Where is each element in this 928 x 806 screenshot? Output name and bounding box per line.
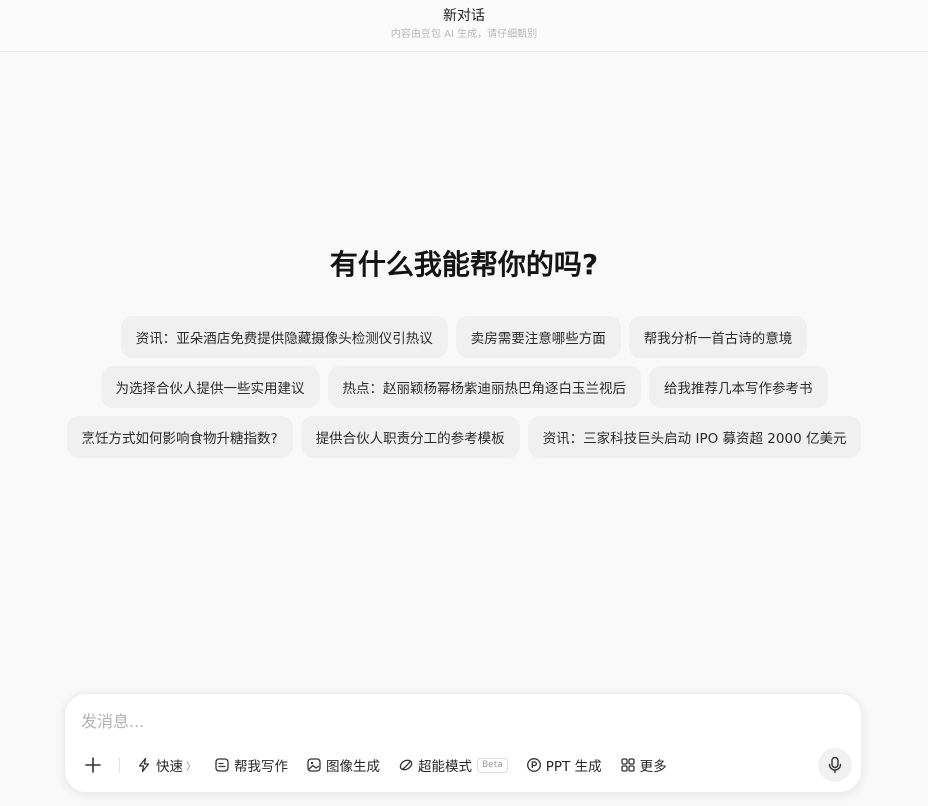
conversation-title: 新对话 bbox=[443, 8, 485, 24]
greeting-heading: 有什么我能帮你的吗? bbox=[329, 248, 599, 281]
message-input[interactable] bbox=[81, 708, 781, 734]
sparkle-ring-icon bbox=[399, 759, 413, 771]
suggestion-chip[interactable]: 卖房需要注意哪些方面 bbox=[455, 316, 621, 358]
writing-assistant-label: 帮我写作 bbox=[234, 759, 288, 775]
suggestion-chip[interactable]: 提供合伙人职责分工的参考模板 bbox=[300, 416, 520, 458]
grid-icon bbox=[620, 758, 635, 772]
quick-mode-label: 快速 bbox=[156, 759, 183, 775]
suggestion-row: 为选择合伙人提供一些实用建议 热点：赵丽颖杨幂杨紫迪丽热巴角逐白玉兰视后 给我推… bbox=[0, 366, 928, 408]
document-icon bbox=[215, 758, 229, 772]
image-generation-label: 图像生成 bbox=[326, 759, 380, 775]
suggestion-chip[interactable]: 帮我分析一首古诗的意境 bbox=[628, 316, 808, 358]
ppt-generation-button[interactable]: PPT 生成 bbox=[520, 751, 608, 779]
super-mode-button[interactable]: 超能模式 Beta bbox=[392, 751, 514, 779]
suggestion-row: 烹饪方式如何影响食物升糖指数? 提供合伙人职责分工的参考模板 资讯：三家科技巨头… bbox=[0, 416, 928, 458]
suggestion-chip[interactable]: 给我推荐几本写作参考书 bbox=[649, 366, 828, 408]
message-composer: 快速 〉 帮我写作 图像生成 bbox=[64, 693, 862, 793]
more-tools-label: 更多 bbox=[639, 759, 667, 775]
image-icon bbox=[307, 758, 321, 772]
toolbar-divider bbox=[119, 757, 120, 773]
ai-disclaimer: 内容由豆包 AI 生成，请仔细甄别 bbox=[390, 29, 538, 40]
ppt-generation-label: PPT 生成 bbox=[545, 759, 602, 775]
writing-assistant-button[interactable]: 帮我写作 bbox=[208, 751, 294, 779]
image-generation-button[interactable]: 图像生成 bbox=[300, 751, 386, 779]
voice-input-button[interactable] bbox=[818, 748, 852, 782]
beta-badge: Beta bbox=[477, 757, 508, 773]
composer-toolbar: 快速 〉 帮我写作 图像生成 超能模式 Beta PPT 生成 更多 bbox=[79, 750, 679, 780]
microphone-icon bbox=[828, 756, 842, 774]
super-mode-label: 超能模式 bbox=[418, 759, 472, 775]
suggestion-chip[interactable]: 资讯：三家科技巨头启动 IPO 募资超 2000 亿美元 bbox=[527, 416, 862, 458]
suggestion-chip[interactable]: 热点：赵丽颖杨幂杨紫迪丽热巴角逐白玉兰视后 bbox=[327, 366, 641, 408]
header: 新对话 内容由豆包 AI 生成，请仔细甄别 bbox=[0, 0, 928, 52]
ppt-icon bbox=[526, 758, 541, 772]
suggestion-chip[interactable]: 资讯：亚朵酒店免费提供隐藏摄像头检测仪引热议 bbox=[120, 316, 448, 358]
lightning-icon bbox=[138, 757, 150, 773]
suggestion-chip[interactable]: 为选择合伙人提供一些实用建议 bbox=[100, 366, 320, 408]
suggestion-chip[interactable]: 烹饪方式如何影响食物升糖指数? bbox=[66, 416, 293, 458]
more-tools-button[interactable]: 更多 bbox=[614, 751, 673, 779]
chevron-right-icon: 〉 bbox=[186, 761, 196, 773]
add-attachment-button[interactable] bbox=[79, 751, 107, 779]
plus-icon bbox=[85, 757, 101, 773]
chat-page: 新对话 内容由豆包 AI 生成，请仔细甄别 有什么我能帮你的吗? 资讯：亚朵酒店… bbox=[0, 0, 928, 806]
quick-mode-button[interactable]: 快速 〉 bbox=[130, 751, 202, 779]
suggestion-row: 资讯：亚朵酒店免费提供隐藏摄像头检测仪引热议 卖房需要注意哪些方面 帮我分析一首… bbox=[0, 316, 928, 358]
